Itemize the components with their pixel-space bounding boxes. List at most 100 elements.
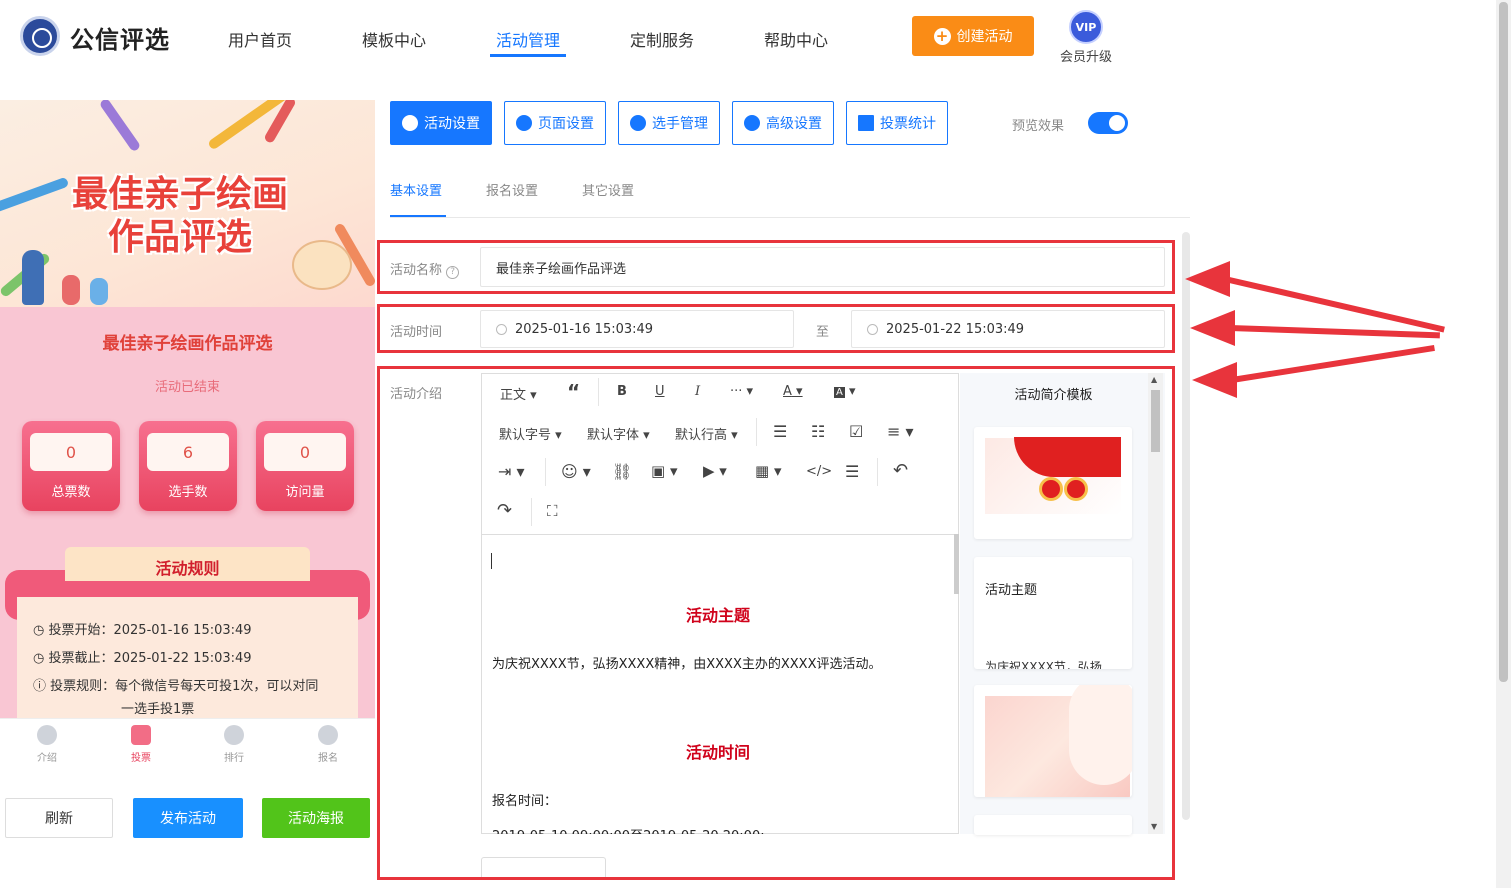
paragraph-style-dropdown[interactable]: 正文 ▾ [500, 384, 537, 403]
gear-icon [516, 115, 532, 131]
vip-upgrade-link[interactable]: 会员升级 [1060, 46, 1112, 65]
tab-page-settings[interactable]: 页面设置 [504, 101, 606, 145]
tab-activity-settings[interactable]: 活动设置 [390, 101, 492, 145]
content-heading-theme: 活动主题 [685, 606, 750, 625]
undo-icon[interactable]: ↶ [893, 460, 908, 481]
rule-vote-end: ◷ 投票截止：2025-01-22 15:03:49 [33, 651, 252, 666]
end-time-input[interactable]: 2025-01-22 15:03:49 [851, 310, 1165, 348]
publish-button[interactable]: 发布活动 [133, 798, 243, 838]
content-paragraph: 报名时间： [492, 794, 558, 809]
clock-icon [496, 323, 507, 335]
refresh-button[interactable]: 刷新 [5, 798, 113, 838]
bottom-nav-vote[interactable]: 投票 [94, 725, 188, 764]
vip-icon[interactable]: VIP [1069, 10, 1103, 44]
form-scrollbar[interactable] [1182, 232, 1190, 820]
font-color-dropdown[interactable]: A ▾ [783, 384, 803, 399]
bold-icon[interactable]: B [617, 384, 627, 399]
scroll-up-arrow[interactable]: ▲ [1151, 375, 1157, 384]
editor-footer-tab[interactable] [481, 857, 606, 877]
page-scrollbar-thumb[interactable] [1499, 2, 1508, 682]
create-activity-button[interactable]: + 创建活动 [912, 16, 1034, 56]
nav-home[interactable]: 用户首页 [228, 27, 292, 51]
template-card[interactable] [974, 427, 1132, 539]
image-dropdown[interactable]: ▣ ▾ [651, 462, 677, 480]
tab-contestant-management[interactable]: 选手管理 [618, 101, 720, 145]
stat-label: 访问量 [285, 485, 325, 500]
template-card-text: 为庆祝XXXX节，弘扬 [985, 660, 1102, 669]
activity-banner: 最佳亲子绘画 作品评选 [0, 100, 375, 307]
tab-advanced-settings[interactable]: 高级设置 [732, 101, 834, 145]
code-icon[interactable]: </> [806, 464, 832, 479]
more-format-dropdown[interactable]: ··· ▾ [730, 384, 753, 399]
activity-title: 最佳亲子绘画作品评选 [102, 334, 273, 354]
numbered-list-icon[interactable]: ☷ [811, 422, 825, 441]
nav-custom-service[interactable]: 定制服务 [630, 27, 694, 51]
content-heading-time: 活动时间 [685, 743, 750, 762]
table-dropdown[interactable]: ▦ ▾ [755, 462, 781, 480]
mobile-bottom-nav: 介绍 投票 排行 报名 [0, 718, 375, 778]
bottom-nav-ranking[interactable]: 排行 [187, 725, 281, 764]
rule-vote-rule: ⓘ 投票规则：每个微信号每天可投1次，可以对同 [33, 679, 319, 694]
subtab-other[interactable]: 其它设置 [582, 180, 634, 199]
subtab-active-underline [390, 215, 446, 217]
ballot-icon [131, 725, 151, 745]
rule-vote-rule-cont: 一选手投1票 [121, 702, 195, 717]
preview-toggle[interactable] [1088, 112, 1128, 134]
activity-name-input[interactable]: 最佳亲子绘画作品评选 [480, 247, 1165, 287]
font-family-dropdown[interactable]: 默认字体 ▾ [587, 424, 650, 443]
banner-title-line2: 作品评选 [108, 217, 253, 258]
font-size-dropdown[interactable]: 默认字号 ▾ [499, 424, 562, 443]
video-dropdown[interactable]: ▶ ▾ [703, 462, 727, 480]
divider-icon[interactable]: ☰ [845, 462, 859, 481]
stat-value: 6 [182, 443, 194, 462]
template-card[interactable] [974, 685, 1132, 797]
help-icon: ? [446, 266, 460, 279]
templates-scrollbar-thumb[interactable] [1151, 390, 1160, 452]
tag-icon [318, 725, 338, 745]
quote-icon[interactable]: “ [567, 380, 580, 404]
subtab-divider [390, 217, 1190, 218]
child-figure [90, 278, 108, 305]
brand-name: 公信评选 [70, 26, 170, 54]
stat-label: 总票数 [51, 485, 91, 500]
line-height-dropdown[interactable]: 默认行高 ▾ [675, 424, 738, 443]
stat-visits: 0 访问量 [256, 421, 354, 511]
create-activity-label: 创建活动 [956, 29, 1013, 45]
bar-chart-icon [858, 115, 874, 131]
bottom-nav-signup[interactable]: 报名 [281, 725, 375, 764]
poster-button[interactable]: 活动海报 [262, 798, 370, 838]
subtab-signup[interactable]: 报名设置 [486, 180, 538, 199]
nav-templates[interactable]: 模板中心 [362, 27, 426, 51]
editor-content-area[interactable]: 活动主题 为庆祝XXXX节，弘扬XXXX精神，由XXXX主办的XXXX评选活动。… [482, 534, 954, 834]
stat-total-votes: 0 总票数 [22, 421, 120, 511]
template-card[interactable]: 活动主题 为庆祝XXXX节，弘扬 [974, 557, 1132, 669]
nav-activity-management[interactable]: 活动管理 [496, 27, 560, 51]
nav-help[interactable]: 帮助中心 [764, 27, 828, 51]
subtab-basic[interactable]: 基本设置 [390, 180, 442, 199]
logo-icon [20, 16, 60, 56]
settings-list-icon [744, 115, 760, 131]
mother-figure [22, 250, 44, 305]
activity-time-label: 活动时间 [390, 325, 443, 340]
background-color-dropdown[interactable]: A ▾ [834, 384, 856, 399]
editor-scrollbar[interactable] [954, 534, 959, 594]
indent-dropdown[interactable]: ⇥ ▾ [498, 462, 525, 481]
underline-icon[interactable]: U [655, 384, 665, 399]
emoji-dropdown[interactable]: ☺ ▾ [561, 462, 591, 481]
link-icon[interactable]: ⛓ [612, 462, 632, 481]
scroll-down-arrow[interactable]: ▼ [1151, 822, 1157, 831]
bottom-nav-intro[interactable]: 介绍 [0, 725, 94, 764]
bullet-list-icon[interactable]: ☰ [773, 422, 787, 441]
redo-icon[interactable]: ↷ [497, 500, 512, 521]
align-dropdown[interactable]: ≡ ▾ [887, 422, 914, 441]
template-card[interactable] [974, 815, 1132, 835]
fullscreen-icon[interactable]: ⛶ [547, 502, 558, 520]
star-icon [402, 115, 418, 131]
rule-vote-start: ◷ 投票开始：2025-01-16 15:03:49 [33, 623, 252, 638]
checklist-icon[interactable]: ☑ [849, 422, 863, 441]
italic-icon[interactable]: I [695, 384, 700, 399]
tab-vote-statistics[interactable]: 投票统计 [846, 101, 948, 145]
activity-intro-label: 活动介绍 [390, 387, 443, 402]
start-time-input[interactable]: 2025-01-16 15:03:49 [480, 310, 794, 348]
person-icon [37, 725, 57, 745]
